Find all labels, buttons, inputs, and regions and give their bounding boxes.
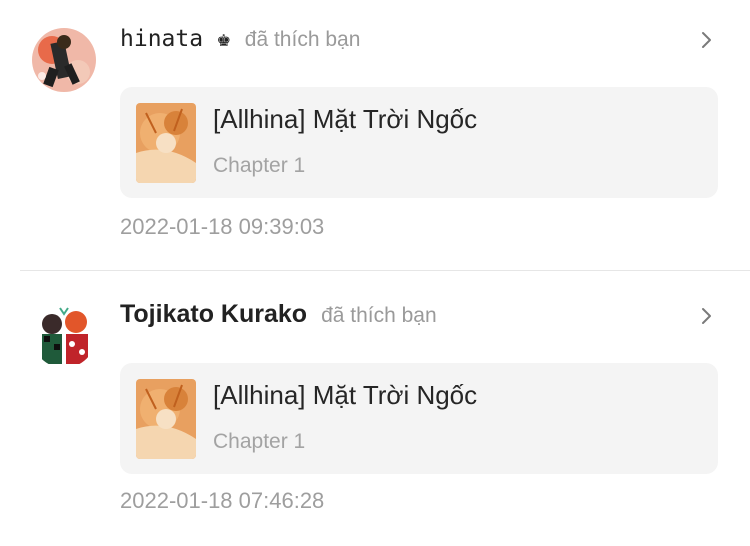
chapter-label: Chapter 1	[213, 154, 306, 177]
action-text: đã thích bạn	[321, 304, 437, 327]
divider	[20, 270, 750, 271]
action-text: đã thích bạn	[244, 28, 361, 51]
chevron-right-icon[interactable]	[696, 306, 716, 326]
story-title: [Allhina] Mặt Trời Ngốc	[213, 104, 478, 134]
story-cover	[136, 379, 196, 459]
notification-item[interactable]: Tojikato Kurako đã thích bạn [Allhina] Mặ…	[0, 276, 750, 546]
timestamp: 2022-01-18 09:39:03	[120, 214, 325, 239]
story-card[interactable]: [Allhina] Mặt Trời Ngốc Chapter 1	[120, 87, 718, 198]
user-name-text[interactable]: hinata ♚	[120, 26, 231, 52]
user-name[interactable]: Tojikato Kurako đã thích bạn	[120, 300, 437, 329]
chevron-right-icon[interactable]	[696, 30, 716, 50]
user-name[interactable]: hinata ♚ đã thích bạn	[120, 26, 360, 52]
chapter-label: Chapter 1	[213, 430, 306, 453]
user-avatar[interactable]	[32, 28, 96, 92]
timestamp: 2022-01-18 07:46:28	[120, 488, 325, 513]
story-card[interactable]: [Allhina] Mặt Trời Ngốc Chapter 1	[120, 363, 718, 474]
user-avatar[interactable]	[32, 304, 96, 368]
story-title: [Allhina] Mặt Trời Ngốc	[213, 380, 478, 410]
user-name-text[interactable]: Tojikato Kurako	[120, 300, 307, 328]
notification-item[interactable]: hinata ♚ đã thích bạn [Allhina] Mặt Trời …	[0, 0, 750, 270]
story-cover	[136, 103, 196, 183]
